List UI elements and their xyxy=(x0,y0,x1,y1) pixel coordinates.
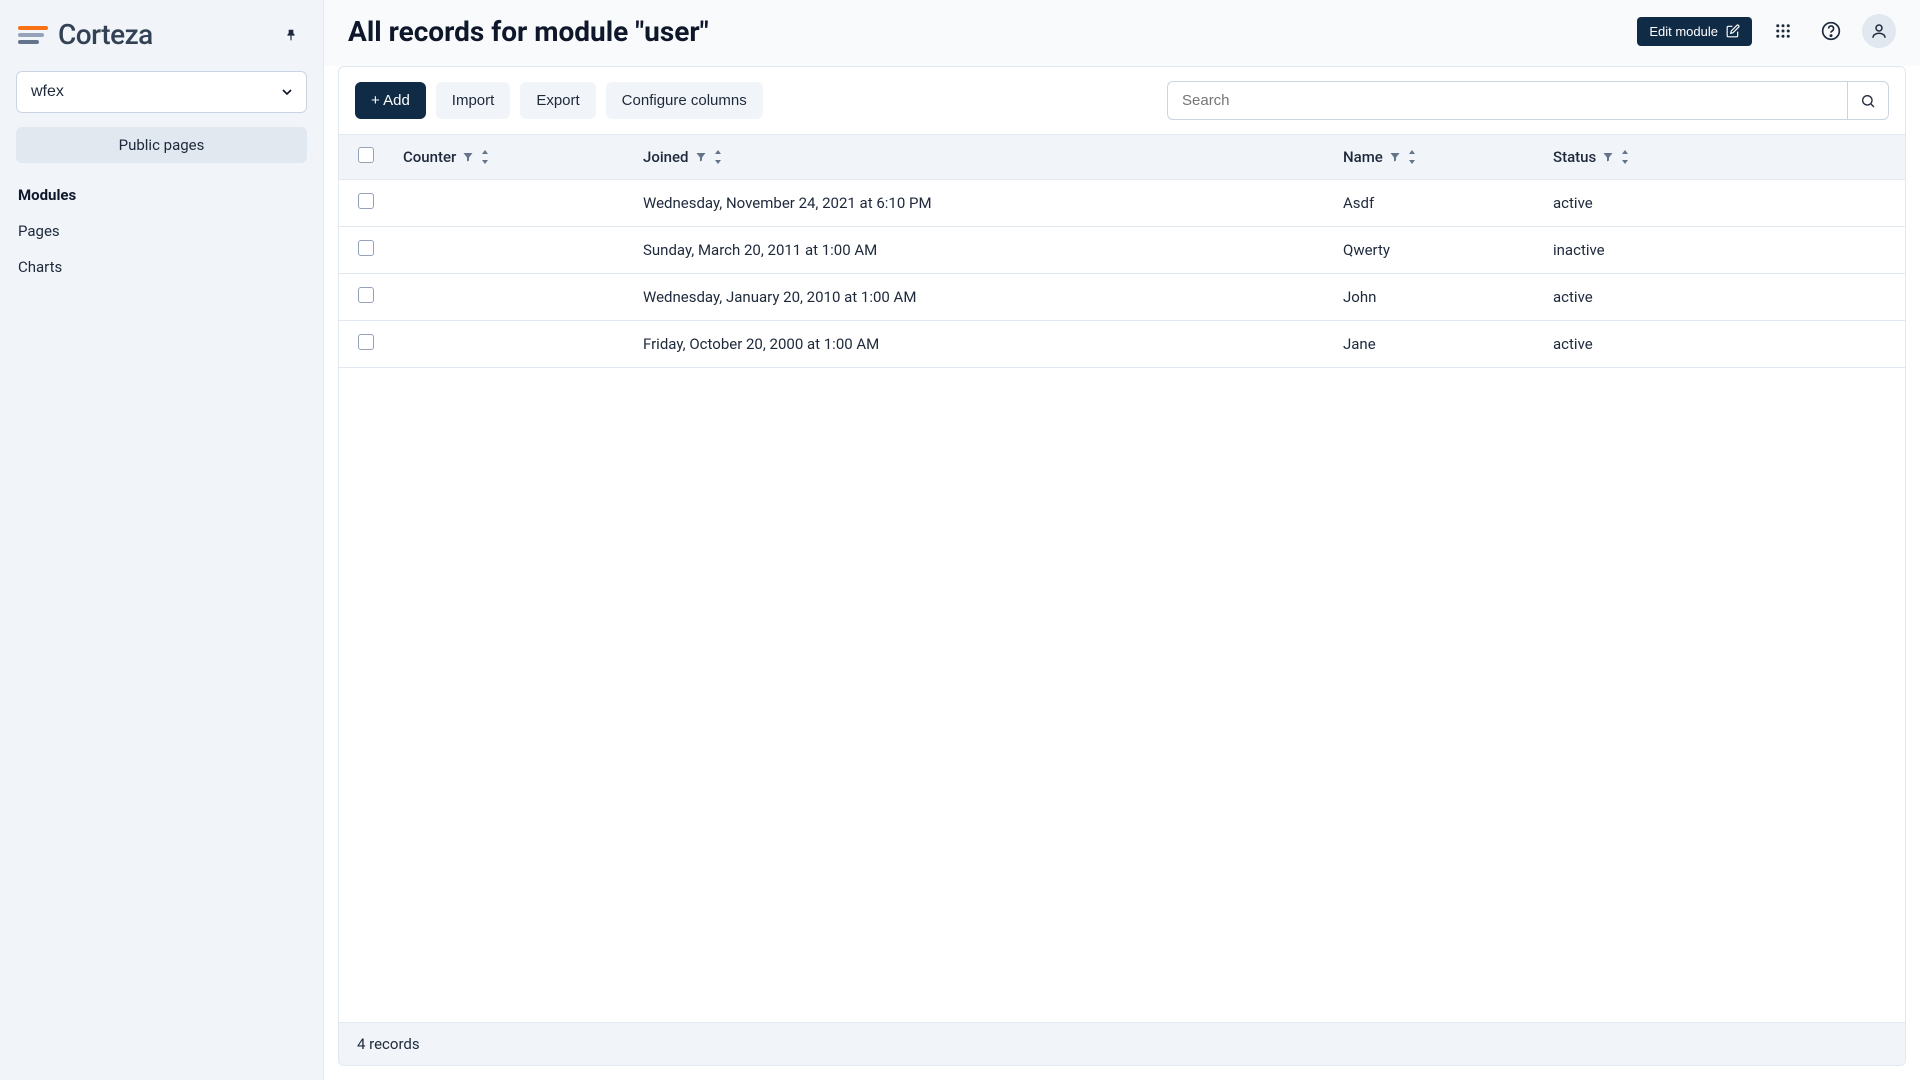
record-count: 4 records xyxy=(357,1035,420,1053)
cell-status: inactive xyxy=(1543,227,1905,274)
edit-module-button[interactable]: Edit module xyxy=(1637,17,1752,46)
cell-counter xyxy=(393,274,633,321)
sort-icon[interactable] xyxy=(480,150,490,164)
table-row[interactable]: Wednesday, November 24, 2021 at 6:10 PMA… xyxy=(339,180,1905,227)
topbar: All records for module "user" Edit modul… xyxy=(324,0,1920,66)
row-checkbox[interactable] xyxy=(358,193,374,209)
public-pages-button[interactable]: Public pages xyxy=(16,127,307,163)
row-checkbox[interactable] xyxy=(358,240,374,256)
cell-name: Jane xyxy=(1333,321,1543,368)
cell-name: John xyxy=(1333,274,1543,321)
search-group xyxy=(1167,81,1889,120)
cell-status: active xyxy=(1543,321,1905,368)
column-header-name[interactable]: Name xyxy=(1333,135,1543,180)
filter-icon[interactable] xyxy=(1389,151,1401,163)
public-pages-label: Public pages xyxy=(119,136,205,154)
table-wrap: Counter Joined xyxy=(339,134,1905,1022)
search-input[interactable] xyxy=(1167,81,1847,120)
row-checkbox[interactable] xyxy=(358,334,374,350)
filter-icon[interactable] xyxy=(1602,151,1614,163)
filter-icon[interactable] xyxy=(695,151,707,163)
apps-button[interactable] xyxy=(1766,14,1800,48)
help-icon xyxy=(1821,21,1841,41)
row-select-cell[interactable] xyxy=(339,227,393,274)
toolbar: + Add Import Export Configure columns xyxy=(339,67,1905,134)
cell-counter xyxy=(393,227,633,274)
logo-mark-icon xyxy=(18,26,48,44)
help-button[interactable] xyxy=(1814,14,1848,48)
main: All records for module "user" Edit modul… xyxy=(324,0,1920,1080)
row-checkbox[interactable] xyxy=(358,287,374,303)
add-button[interactable]: + Add xyxy=(355,82,426,119)
search-button[interactable] xyxy=(1847,81,1889,120)
toolbar-left: + Add Import Export Configure columns xyxy=(355,82,763,119)
records-table: Counter Joined xyxy=(339,134,1905,368)
cell-counter xyxy=(393,180,633,227)
sidebar-nav: Modules Pages Charts xyxy=(12,177,311,285)
sort-icon[interactable] xyxy=(713,150,723,164)
sidebar-item-label: Charts xyxy=(18,258,62,276)
table-row[interactable]: Sunday, March 20, 2011 at 1:00 AMQwertyi… xyxy=(339,227,1905,274)
cell-status: active xyxy=(1543,180,1905,227)
cell-counter xyxy=(393,321,633,368)
column-header-status[interactable]: Status xyxy=(1543,135,1905,180)
edit-module-label: Edit module xyxy=(1649,24,1718,39)
table-footer: 4 records xyxy=(339,1022,1905,1065)
row-select-cell[interactable] xyxy=(339,180,393,227)
sort-icon[interactable] xyxy=(1620,150,1630,164)
column-label: Counter xyxy=(403,148,456,166)
cell-name: Asdf xyxy=(1333,180,1543,227)
page-title: All records for module "user" xyxy=(348,15,709,48)
user-menu-button[interactable] xyxy=(1862,14,1896,48)
sidebar-header: Corteza xyxy=(12,12,311,65)
column-header-counter[interactable]: Counter xyxy=(393,135,633,180)
namespace-input[interactable] xyxy=(16,71,307,113)
cell-status: active xyxy=(1543,274,1905,321)
toolbar-right xyxy=(1167,81,1889,120)
sidebar-item-modules[interactable]: Modules xyxy=(18,177,305,213)
cell-name: Qwerty xyxy=(1333,227,1543,274)
pin-icon xyxy=(284,28,298,42)
user-icon xyxy=(1870,22,1888,40)
sort-icon[interactable] xyxy=(1407,150,1417,164)
export-button[interactable]: Export xyxy=(520,82,595,119)
column-label: Joined xyxy=(643,148,689,166)
topbar-actions: Edit module xyxy=(1637,14,1896,48)
select-all-checkbox[interactable] xyxy=(358,147,374,163)
column-header-joined[interactable]: Joined xyxy=(633,135,1333,180)
logo[interactable]: Corteza xyxy=(18,18,153,51)
sidebar-item-label: Modules xyxy=(18,186,76,204)
row-select-cell[interactable] xyxy=(339,321,393,368)
table-row[interactable]: Friday, October 20, 2000 at 1:00 AMJanea… xyxy=(339,321,1905,368)
content-wrap: + Add Import Export Configure columns xyxy=(324,66,1920,1080)
column-header-select-all[interactable] xyxy=(339,135,393,180)
row-select-cell[interactable] xyxy=(339,274,393,321)
import-button[interactable]: Import xyxy=(436,82,511,119)
cell-joined: Wednesday, November 24, 2021 at 6:10 PM xyxy=(633,180,1333,227)
filter-icon[interactable] xyxy=(462,151,474,163)
cell-joined: Friday, October 20, 2000 at 1:00 AM xyxy=(633,321,1333,368)
search-icon xyxy=(1860,93,1876,109)
content-card: + Add Import Export Configure columns xyxy=(338,66,1906,1066)
sidebar-item-charts[interactable]: Charts xyxy=(18,249,305,285)
logo-text: Corteza xyxy=(58,18,153,51)
cell-joined: Wednesday, January 20, 2010 at 1:00 AM xyxy=(633,274,1333,321)
apps-grid-icon xyxy=(1774,22,1792,40)
sidebar-item-pages[interactable]: Pages xyxy=(18,213,305,249)
sidebar: Corteza Public pages Modules Pages Chart… xyxy=(0,0,324,1080)
column-label: Status xyxy=(1553,148,1596,166)
configure-columns-button[interactable]: Configure columns xyxy=(606,82,763,119)
column-label: Name xyxy=(1343,148,1383,166)
sidebar-item-label: Pages xyxy=(18,222,60,240)
cell-joined: Sunday, March 20, 2011 at 1:00 AM xyxy=(633,227,1333,274)
pin-sidebar-button[interactable] xyxy=(277,21,305,49)
namespace-select[interactable] xyxy=(16,71,307,113)
edit-icon xyxy=(1726,24,1740,38)
table-row[interactable]: Wednesday, January 20, 2010 at 1:00 AMJo… xyxy=(339,274,1905,321)
